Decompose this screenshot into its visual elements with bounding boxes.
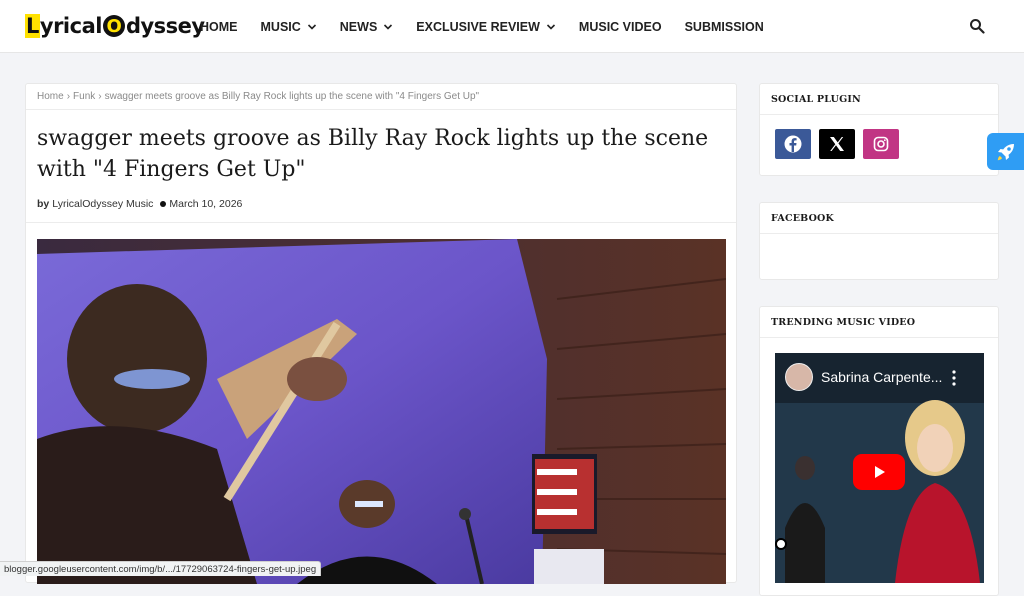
facebook-widget: FACEBOOK [759,202,999,280]
trending-video-widget: TRENDING MUSIC VIDEO Sabrina Carpente... [759,306,999,596]
facebook-button[interactable] [775,129,811,159]
chevron-down-icon [307,23,316,30]
widget-title: SOCIAL PLUGIN [760,84,998,115]
video-embed[interactable]: Sabrina Carpente... [775,353,984,583]
main-nav: HOME MUSIC NEWS EXCLUSIVE REVIEW MUSIC V… [200,0,787,53]
instagram-icon [873,136,889,152]
chevron-down-icon [546,23,555,30]
site-logo[interactable]: Lyrical Odyssey [25,12,205,40]
social-plugin-widget: SOCIAL PLUGIN [759,83,999,176]
widget-title: FACEBOOK [760,203,998,234]
nav-item-label: SUBMISSION [684,19,764,34]
logo-letter-l: L [25,14,40,38]
nav-item-music-video[interactable]: MUSIC VIDEO [579,20,662,34]
meta-dot [160,201,167,207]
by-label: by [37,198,50,210]
post-meta: by LyricalOdyssey Music March 10, 2026 [37,198,242,210]
logo-text-dyssey: dyssey [125,14,205,38]
nav-item-music[interactable]: MUSIC [261,20,317,34]
logo-letter-o: O [102,15,125,37]
channel-avatar[interactable] [785,363,813,391]
concert-photo [37,239,726,584]
site-header: Lyrical Odyssey HOME MUSIC NEWS EXCLUSIVE… [0,0,1024,53]
play-button[interactable] [853,454,905,490]
instagram-button[interactable] [863,129,899,159]
nav-item-label: HOME [200,19,238,34]
x-icon [830,137,844,151]
play-icon [875,466,885,478]
nav-item-exclusive-review[interactable]: EXCLUSIVE REVIEW [416,20,556,34]
rocket-icon [997,143,1014,160]
x-button[interactable] [819,129,855,159]
post-hero-image[interactable] [37,239,726,584]
divider [26,222,736,223]
breadcrumb-category[interactable]: Funk [73,91,95,102]
more-options-icon[interactable] [952,370,956,386]
social-buttons [760,115,998,173]
post-card: Home › Funk › swagger meets groove as Bi… [25,83,737,584]
nav-item-home[interactable]: HOME [200,20,238,34]
chevron-down-icon [384,23,393,30]
search-icon[interactable] [969,18,985,34]
post-author[interactable]: LyricalOdyssey Music [52,198,153,210]
rocket-button[interactable] [987,133,1024,170]
nav-item-label: EXCLUSIVE REVIEW [416,19,540,34]
link-status-bar: blogger.googleusercontent.com/img/b/.../… [0,561,322,576]
breadcrumb: Home › Funk › swagger meets groove as Bi… [26,84,736,110]
nav-item-label: MUSIC [260,19,301,34]
breadcrumb-separator: › [98,91,102,102]
breadcrumb-home[interactable]: Home [37,91,64,102]
facebook-icon [784,135,802,153]
nav-item-submission[interactable]: SUBMISSION [685,20,764,34]
nav-item-label: MUSIC VIDEO [578,19,662,34]
nav-item-news[interactable]: NEWS [340,20,394,34]
breadcrumb-current: swagger meets groove as Billy Ray Rock l… [104,91,480,102]
post-date: March 10, 2026 [169,198,243,210]
post-title: swagger meets groove as Billy Ray Rock l… [37,126,709,182]
widget-title: TRENDING MUSIC VIDEO [760,307,998,338]
breadcrumb-separator: › [66,91,71,102]
nav-item-label: NEWS [339,19,378,34]
logo-text-yrical: yrical [39,14,103,38]
video-title[interactable]: Sabrina Carpente... [821,369,942,385]
